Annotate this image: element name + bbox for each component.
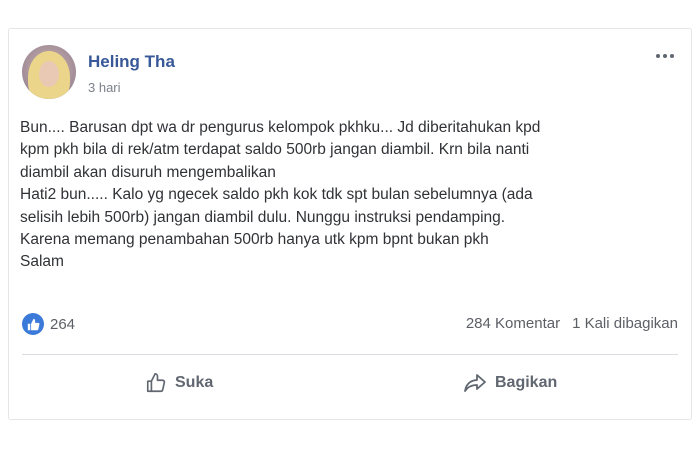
like-label: Suka	[175, 374, 214, 391]
reaction-count: 264	[50, 315, 76, 333]
share-button[interactable]: Bagikan	[463, 369, 557, 397]
thumbs-up-icon	[22, 313, 44, 335]
reaction-summary[interactable]: 264	[22, 313, 75, 335]
post-text: Bun.... Barusan dpt wa dr pengurus kelom…	[20, 119, 541, 271]
thumbs-up-outline-icon	[146, 373, 166, 393]
comment-count[interactable]: 284 Komentar	[466, 315, 560, 332]
avatar-face	[39, 61, 59, 87]
share-arrow-icon	[464, 374, 486, 392]
share-count[interactable]: 1 Kali dibagikan	[572, 315, 678, 332]
more-options-icon[interactable]	[652, 48, 678, 64]
divider	[22, 354, 678, 355]
like-button[interactable]: Suka	[145, 369, 213, 397]
avatar[interactable]	[22, 45, 76, 99]
author-name[interactable]: Heling Tha	[88, 52, 175, 72]
post-time[interactable]: 3 hari	[88, 80, 121, 95]
engagement-stats: 284 Komentar 1 Kali dibagikan	[466, 315, 678, 332]
share-label: Bagikan	[495, 374, 558, 391]
